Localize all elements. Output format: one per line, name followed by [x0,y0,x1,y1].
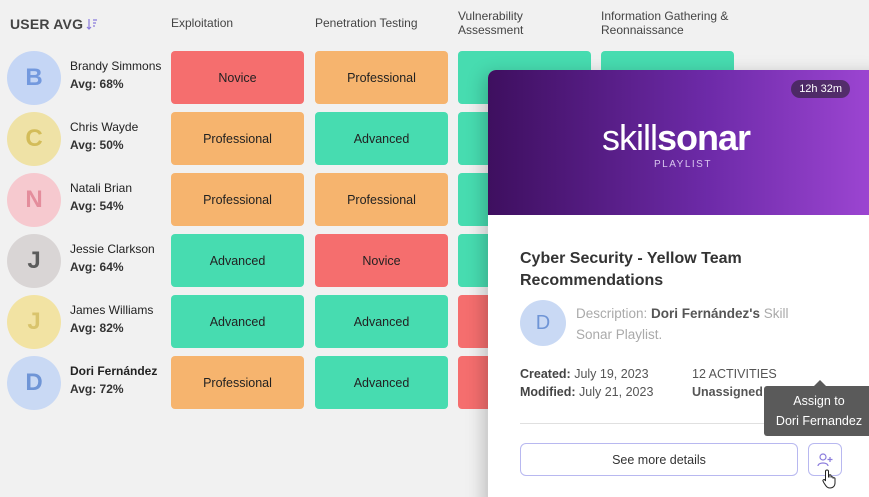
user-name: Natali Brian [70,181,133,195]
skill-cell-penetration-testing[interactable]: Novice [315,234,448,287]
user-average: Avg: 64% [70,260,124,274]
user-average: Avg: 54% [70,199,124,213]
avatar: J [7,234,61,288]
user-average: Avg: 68% [70,77,124,91]
avatar: B [7,51,61,105]
column-header-information-gathering: Information Gathering & Reonnaissance [601,9,729,37]
skill-cell-exploitation[interactable]: Professional [171,173,304,226]
skill-cell-penetration-testing[interactable]: Advanced [315,356,448,409]
column-header-vulnerability-assessment: Vulnerability Assessment [458,9,524,37]
user-name: James Williams [70,303,154,317]
playlist-description: Description: Dori Fernández's Skill Sona… [576,306,789,342]
skill-cell-penetration-testing[interactable]: Professional [315,173,448,226]
modified-date: Modified: July 21, 2023 [520,385,654,399]
user-avg-label: USER AVG [10,16,84,32]
user-name: Brandy Simmons [70,59,162,73]
skill-cell-exploitation[interactable]: Novice [171,51,304,104]
user-name: Jessie Clarkson [70,242,155,256]
column-header-penetration-testing: Penetration Testing [315,16,418,30]
card-divider [520,423,800,424]
playlist-banner: 12h 32m skillsonar PLAYLIST [488,70,869,215]
skill-cell-penetration-testing[interactable]: Advanced [315,112,448,165]
hand-pointer-icon [822,469,836,489]
user-average: Avg: 82% [70,321,124,335]
user-name: Chris Wayde [70,120,139,134]
user-average: Avg: 72% [70,382,124,396]
playlist-title: Cyber Security - Yellow Team Recommendat… [520,250,742,289]
logo-subtitle: PLAYLIST [654,159,712,170]
skill-cell-exploitation[interactable]: Advanced [171,234,304,287]
skill-sonar-logo: skillsonar [602,117,751,158]
user-avg-sort-header[interactable]: USER AVG [10,16,98,32]
user-average: Avg: 50% [70,138,124,152]
skill-cell-exploitation[interactable]: Professional [171,356,304,409]
skill-cell-penetration-testing[interactable]: Professional [315,51,448,104]
activities-count: 12 ACTIVITIES [692,367,777,381]
assignment-status: Unassigned [692,385,763,399]
skill-cell-exploitation[interactable]: Advanced [171,295,304,348]
duration-badge: 12h 32m [791,80,850,98]
column-header-exploitation: Exploitation [171,16,234,30]
user-name: Dori Fernández [70,364,158,378]
sort-descending-icon[interactable] [86,18,98,30]
skill-cell-penetration-testing[interactable]: Advanced [315,295,448,348]
see-more-details-button[interactable]: See more details [520,443,798,476]
avatar: N [7,173,61,227]
skill-cell-exploitation[interactable]: Professional [171,112,304,165]
add-user-icon [817,452,833,466]
created-date: Created: July 19, 2023 [520,367,649,381]
avatar: C [7,112,61,166]
assign-tooltip: Assign to Dori Fernandez [764,380,869,436]
table-header: USER AVG Exploitation Penetration Testin… [0,0,869,48]
avatar: J [7,295,61,349]
author-avatar: D [520,300,566,346]
avatar: D [7,356,61,410]
